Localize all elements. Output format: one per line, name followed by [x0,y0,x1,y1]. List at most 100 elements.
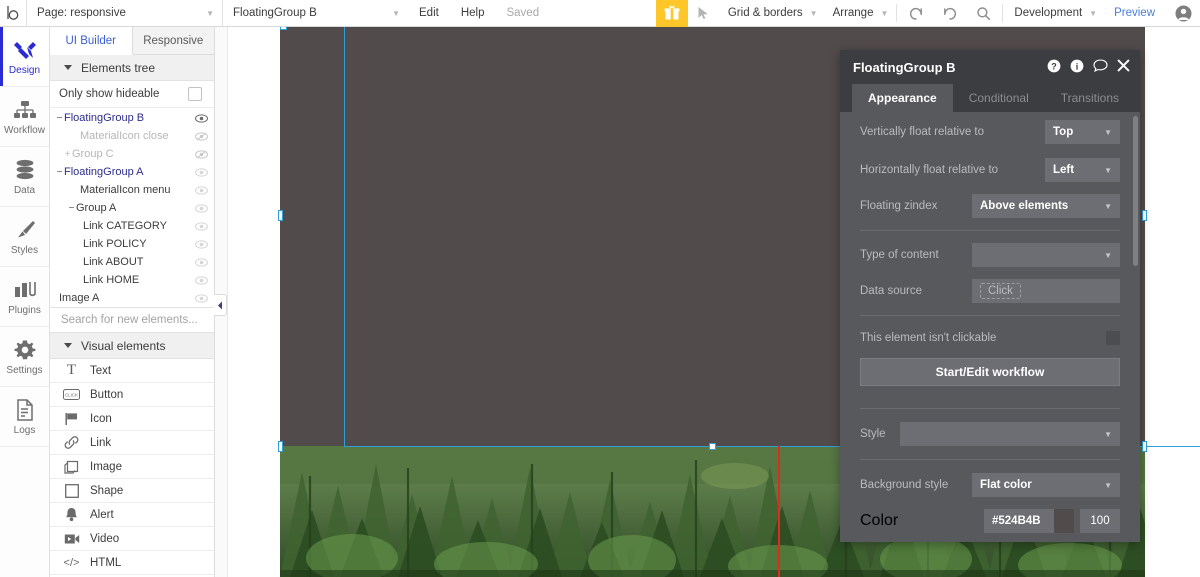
palette-item-link[interactable]: Link [50,431,214,455]
gift-icon[interactable] [655,0,688,27]
eye-icon[interactable] [195,293,208,303]
eye-icon[interactable] [195,275,208,285]
resize-handle-middle-right[interactable] [1142,210,1147,221]
tree-item-group-a[interactable]: − Group A [50,199,214,217]
tree-item-materialicon-menu[interactable]: MaterialIcon menu [50,181,214,199]
data-source-click-placeholder[interactable]: Click [980,283,1021,299]
rail-item-workflow[interactable]: Workflow [0,87,49,147]
styles-brush-icon [14,218,36,242]
tree-item-link-policy[interactable]: Link POLICY [50,235,214,253]
tab-ui-builder[interactable]: UI Builder [50,27,133,55]
property-editor-header: FloatingGroup B ? i [840,50,1140,84]
start-edit-workflow-button[interactable]: Start/Edit workflow [860,358,1120,386]
preview-button[interactable]: Preview [1103,0,1166,27]
rail-item-plugins[interactable]: Plugins [0,267,49,327]
search-icon[interactable] [967,0,1000,27]
palette-item-video[interactable]: Video [50,527,214,551]
type-of-content-label: Type of content [860,249,939,261]
search-new-elements-input[interactable]: Search for new elements... [50,307,214,333]
property-editor[interactable]: FloatingGroup B ? i Appearance Condition… [840,50,1140,542]
redo-icon[interactable] [933,0,967,27]
resize-handle-top-left[interactable] [280,27,287,30]
help-menu[interactable]: Help [450,0,496,27]
tree-toggle[interactable]: − [67,203,76,214]
tree-toggle[interactable]: − [55,167,64,178]
not-clickable-checkbox[interactable] [1106,331,1120,345]
tree-item-group-c[interactable]: + Group C [50,145,214,163]
tab-transitions[interactable]: Transitions [1045,84,1135,112]
resize-handle-middle-left[interactable] [278,210,283,221]
color-hex-input[interactable]: #524B4B [984,509,1054,533]
property-scrollbar[interactable] [1133,116,1138,266]
resize-handle-bottom-left[interactable] [278,441,283,452]
resize-handle-bottom-right[interactable] [1142,441,1147,452]
panel-collapse-button[interactable] [214,294,227,316]
user-avatar-icon[interactable] [1166,0,1200,27]
rail-item-design[interactable]: Design [0,27,49,87]
palette-item-button[interactable]: CLICK Button [50,383,214,407]
tree-toggle[interactable]: − [55,113,64,124]
edit-menu[interactable]: Edit [408,0,450,27]
palette-item-image[interactable]: Image [50,455,214,479]
grid-borders-menu[interactable]: Grid & borders ▼ [719,0,824,27]
tree-item-link-about[interactable]: Link ABOUT [50,253,214,271]
tree-item-floatinggroup-b[interactable]: − FloatingGroup B [50,109,214,127]
visual-elements-header[interactable]: Visual elements [50,333,214,359]
app-logo[interactable] [0,0,26,27]
tab-appearance[interactable]: Appearance [852,84,953,112]
eye-icon[interactable] [195,185,208,195]
avatar-glyph [1175,5,1191,21]
rail-item-styles[interactable]: Styles [0,207,49,267]
palette-item-shape[interactable]: Shape [50,479,214,503]
help-circle-icon[interactable]: ? [1047,59,1061,76]
type-of-content-select[interactable]: ▼ [972,243,1120,267]
elements-panel: UI Builder Responsive Elements tree Only… [50,27,215,577]
eye-off-icon[interactable] [195,131,208,141]
background-style-select[interactable]: Flat color ▼ [972,473,1120,497]
eye-icon[interactable] [195,239,208,249]
page-selector[interactable]: Page: responsive ▼ [26,0,222,27]
rail-item-settings[interactable]: Settings [0,327,49,387]
comment-icon[interactable] [1093,59,1108,75]
data-source-input[interactable]: Click [972,279,1120,303]
palette-item-alert[interactable]: Alert [50,503,214,527]
pointer-tool-icon[interactable] [688,0,719,27]
tree-item-image-a[interactable]: Image A [50,289,214,307]
eye-icon[interactable] [195,203,208,213]
only-show-hideable-row[interactable]: Only show hideable [50,81,214,108]
floating-zindex-select[interactable]: Above elements ▼ [972,194,1120,218]
not-clickable-label: This element isn't clickable [860,332,997,344]
only-show-hideable-checkbox[interactable] [188,87,202,101]
palette-item-text[interactable]: T Text [50,359,214,383]
resize-handle-bottom-center[interactable] [709,443,716,450]
tree-toggle[interactable]: + [63,149,72,160]
eye-icon[interactable] [195,257,208,267]
element-selector[interactable]: FloatingGroup B ▼ [222,0,408,27]
eye-icon[interactable] [195,167,208,177]
arrange-menu[interactable]: Arrange ▼ [824,0,895,27]
color-opacity-input[interactable]: 100 [1080,509,1120,533]
palette-item-html[interactable]: </> HTML [50,551,214,575]
palette-item-icon[interactable]: Icon [50,407,214,431]
vertical-float-select[interactable]: Top ▼ [1045,120,1120,144]
version-selector[interactable]: Development ▼ [1005,0,1103,27]
color-swatch[interactable] [1054,509,1074,533]
rail-item-logs[interactable]: Logs [0,387,49,447]
horizontal-float-select[interactable]: Left ▼ [1045,158,1120,182]
eye-icon[interactable] [195,221,208,231]
close-icon[interactable] [1117,59,1130,75]
undo-icon[interactable] [899,0,933,27]
tab-responsive[interactable]: Responsive [132,27,214,54]
tree-item-materialicon-close[interactable]: MaterialIcon close [50,127,214,145]
tab-conditional[interactable]: Conditional [953,84,1045,112]
eye-off-icon[interactable] [195,149,208,159]
tree-item-link-category[interactable]: Link CATEGORY [50,217,214,235]
tree-item-floatinggroup-a[interactable]: − FloatingGroup A [50,163,214,181]
elements-tree-header[interactable]: Elements tree [50,55,214,81]
rail-item-data[interactable]: Data [0,147,49,207]
saved-status: Saved [506,7,540,19]
eye-icon[interactable] [195,113,208,123]
tree-item-link-home[interactable]: Link HOME [50,271,214,289]
info-circle-icon[interactable]: i [1070,59,1084,76]
style-select[interactable]: ▼ [900,422,1120,446]
